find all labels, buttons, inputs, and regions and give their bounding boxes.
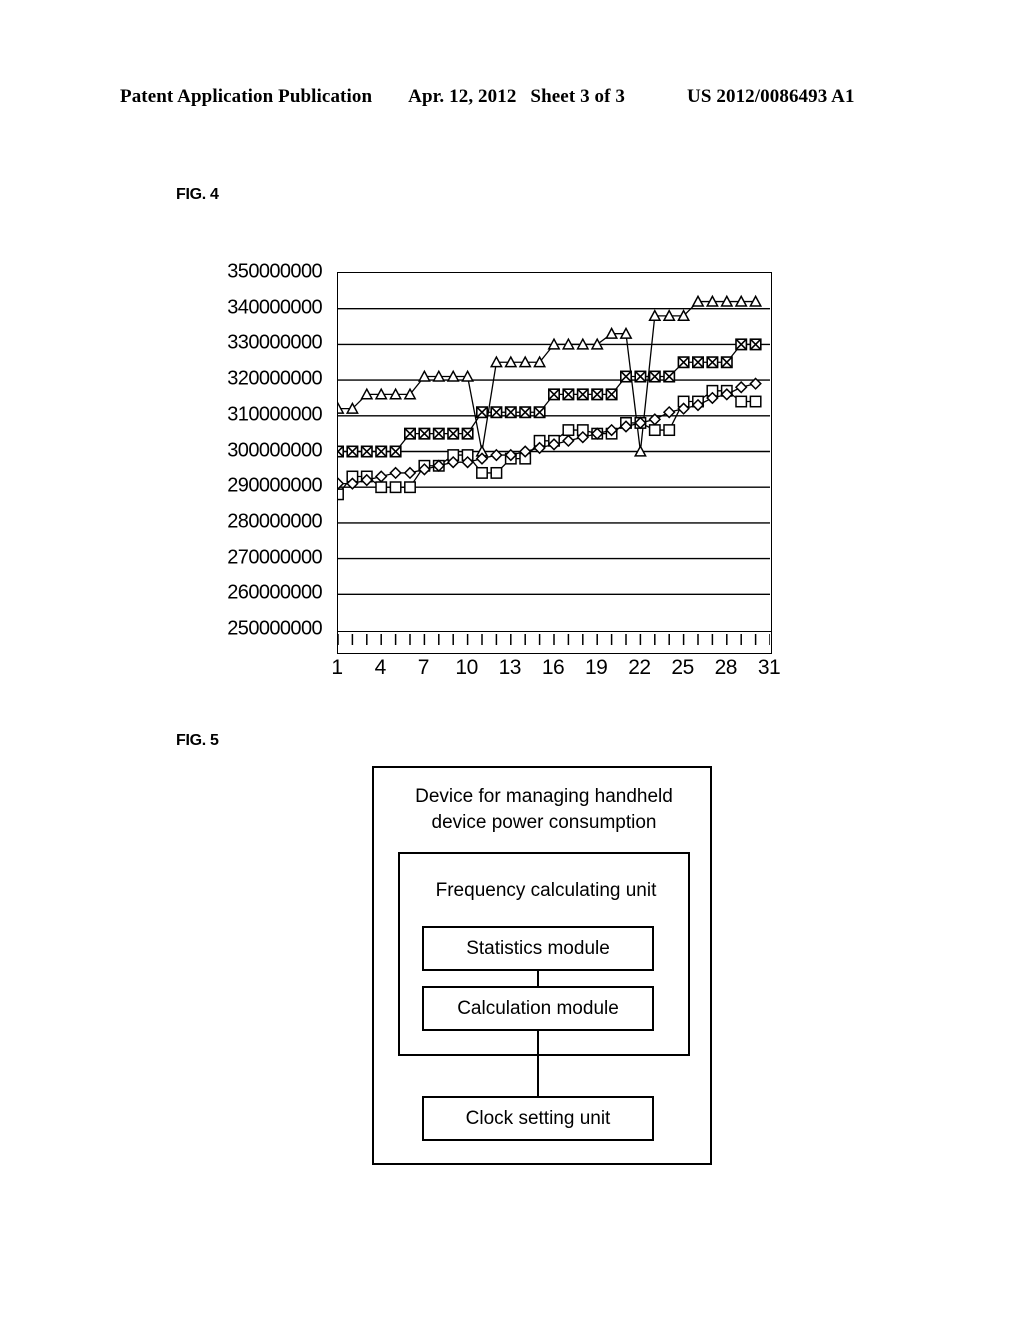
fig4-chart: 350000000 340000000 330000000 320000000 3100… [200,258,800,680]
fig4-y-axis-labels: 350000000 340000000 330000000 320000000 3100… [200,258,322,640]
calculation-module-box: Calculation module [422,986,654,1031]
series-triangle-line [338,300,756,452]
fig4-plot-area [337,272,772,632]
header-patent-number: US 2012/0086493 A1 [687,86,855,107]
connector-statistics-to-calculation [537,971,539,986]
fig4-label: FIG. 4 [176,186,219,203]
fig4-y-tick-label: 310000000 [227,403,322,426]
frequency-calculating-unit-title: Frequency calculating unit [435,880,657,901]
header-sheet: Sheet 3 of 3 [530,86,626,107]
fig4-x-tick-label: 10 [455,656,478,679]
fig4-series-canvas [338,294,770,595]
fig4-x-tick-label: 1 [331,656,343,679]
page-header: Patent Application Publication Apr. 12, … [120,86,904,108]
header-date: Apr. 12, 2012 [408,86,517,107]
fig4-x-tick-label: 22 [628,656,651,679]
fig5-label: FIG. 5 [176,732,219,749]
fig4-x-tick-label: 28 [714,656,738,679]
fig4-y-tick-label: 330000000 [227,331,322,354]
fig4-x-axis-band [337,632,772,654]
fig4-y-tick-label: 250000000 [227,617,322,640]
fig5-block-diagram: Device for managing handheld device powe… [372,766,712,1166]
fig4-x-tick-label: 7 [417,656,430,679]
fig4-x-axis-ticks [338,634,770,645]
fig4-y-tick-label: 270000000 [227,546,322,569]
device-outer-title: Device for managing handheld device powe… [415,786,673,833]
fig4-y-tick-label: 280000000 [227,510,322,533]
fig4-x-tick-label: 4 [374,656,387,679]
fig4-y-tick-label: 300000000 [227,439,322,461]
fig4-y-tick-label: 260000000 [227,581,322,604]
device-outer-box: Device for managing handheld device powe… [372,766,712,1165]
fig4-y-tick-label: 290000000 [227,474,322,497]
fig4-x-tick-label: 13 [498,656,522,679]
statistics-module-box: Statistics module [422,926,654,971]
fig4-y-tick-label: 320000000 [227,367,322,390]
fig4-x-tick-label: 19 [585,656,608,679]
clock-setting-unit-box: Clock setting unit [422,1096,654,1141]
fig4-x-axis-labels: 1 4 7 10 13 16 19 22 25 28 31 [331,656,780,686]
series-triangle [338,294,763,457]
fig4-y-tick-label: 340000000 [227,296,322,319]
fig4-x-tick-label: 16 [541,656,565,679]
fig4-x-tick-label: 25 [671,656,694,679]
fig4-x-tick-label: 31 [757,656,781,679]
header-publication: Patent Application Publication [120,86,373,107]
fig4-y-tick-label: 350000000 [227,260,322,283]
connector-calculation-to-clock [537,1031,539,1096]
